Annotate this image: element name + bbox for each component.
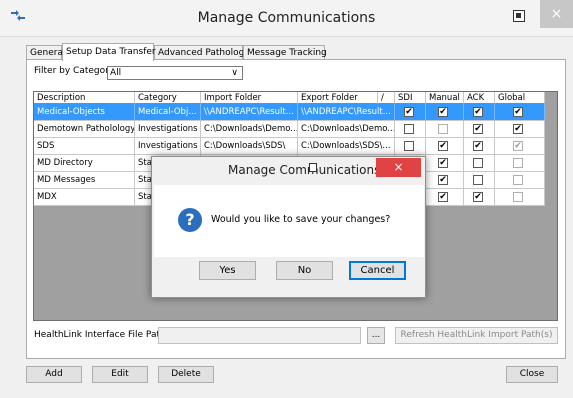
delete-button[interactable]: Delete (158, 366, 214, 383)
pin-icon[interactable] (513, 10, 525, 22)
save-changes-dialog: Manage Communications × ? Would you like… (151, 156, 426, 298)
column-header-ack[interactable]: ACK (464, 92, 495, 104)
ack-checkbox[interactable]: ✔ (473, 141, 483, 151)
manual-checkbox[interactable] (438, 124, 448, 134)
chevron-down-icon: ∨ (231, 68, 238, 78)
column-header-sort-indicator: / (378, 92, 395, 104)
ack-checkbox[interactable] (473, 175, 483, 185)
column-header-sdi[interactable]: SDI (395, 92, 426, 104)
table-row[interactable]: Demotown Patholology Investigations C:\D… (34, 121, 557, 138)
tab-advanced-pathology[interactable]: Advanced Pathology (154, 45, 250, 60)
manual-checkbox[interactable]: ✔ (438, 141, 448, 151)
tab-setup-data-transfer[interactable]: Setup Data Transfer (62, 43, 156, 61)
question-icon: ? (178, 208, 202, 232)
pin-icon[interactable] (309, 163, 317, 172)
window-title: Manage Communications (197, 10, 376, 26)
no-button[interactable]: No (276, 261, 333, 280)
healthlink-path-input[interactable] (158, 327, 361, 344)
cell-description: Medical-Objects (34, 104, 135, 121)
yes-button[interactable]: Yes (199, 261, 256, 280)
cell-category: Investigations (135, 138, 201, 155)
cell-import-folder: C:\Downloads\Demo... (201, 121, 298, 138)
column-header-import-folder[interactable]: Import Folder (201, 92, 298, 104)
manual-checkbox[interactable]: ✔ (438, 175, 448, 185)
ack-checkbox[interactable] (473, 158, 483, 168)
edit-button[interactable]: Edit (92, 366, 148, 383)
table-row[interactable]: SDS Investigations C:\Downloads\SDS\ C:\… (34, 138, 557, 155)
cell-category: Medical-Obj... (135, 104, 201, 121)
global-checkbox[interactable] (513, 192, 523, 202)
manual-checkbox[interactable]: ✔ (438, 192, 448, 202)
refresh-healthlink-button[interactable]: Refresh HealthLink Import Path(s) (395, 327, 558, 344)
filter-value: All (110, 68, 122, 78)
sdi-checkbox[interactable]: ✔ (404, 107, 414, 117)
cell-description: Demotown Patholology (34, 121, 135, 138)
cell-description: MD Directory (34, 155, 135, 172)
cell-export-folder: C:\Downloads\SDS\... (298, 138, 395, 155)
sdi-checkbox[interactable] (404, 124, 414, 134)
filter-category-select[interactable]: All ∨ (107, 66, 243, 80)
cancel-button[interactable]: Cancel (349, 261, 406, 280)
cell-import-folder: C:\Downloads\SDS\ (201, 138, 298, 155)
manual-checkbox[interactable]: ✔ (438, 107, 448, 117)
filter-label: Filter by Category (34, 66, 115, 76)
cell-description: MD Messages (34, 172, 135, 189)
column-header-description[interactable]: Description (34, 92, 135, 104)
column-header-global[interactable]: Global (495, 92, 545, 104)
cell-import-folder: \\ANDREAPC\Result... (201, 104, 298, 121)
cell-category: Investigations (135, 121, 201, 138)
cell-export-folder: \\ANDREAPC\Result... (298, 104, 395, 121)
dialog-close-button[interactable]: × (376, 158, 421, 177)
ack-checkbox[interactable]: ✔ (473, 107, 483, 117)
window-close-button[interactable]: × (540, 0, 573, 28)
tab-general[interactable]: General (26, 45, 65, 60)
manual-checkbox[interactable]: ✔ (438, 158, 448, 168)
cell-export-folder: C:\Downloads\Demo... (298, 121, 395, 138)
sdi-checkbox[interactable] (404, 141, 414, 151)
tab-message-tracking[interactable]: Message Tracking (243, 45, 327, 60)
ack-checkbox[interactable]: ✔ (473, 124, 483, 134)
dialog-message: Would you like to save your changes? (211, 214, 391, 225)
dialog-title: Manage Communications (228, 163, 381, 177)
add-button[interactable]: Add (26, 366, 82, 383)
title-bar: Manage Communications × (0, 0, 573, 37)
cell-description: SDS (34, 138, 135, 155)
ack-checkbox[interactable]: ✔ (473, 192, 483, 202)
healthlink-path-label: HealthLink Interface File Path (34, 330, 166, 340)
dialog-title-bar: Manage Communications × (152, 157, 425, 185)
global-checkbox[interactable]: ✔ (513, 141, 523, 151)
column-header-manual[interactable]: Manual (426, 92, 464, 104)
global-checkbox[interactable] (513, 158, 523, 168)
table-row[interactable]: Medical-Objects Medical-Obj... \\ANDREAP… (34, 104, 557, 121)
dialog-body: ? Would you like to save your changes? (154, 185, 424, 257)
global-checkbox[interactable]: ✔ (513, 124, 523, 134)
global-checkbox[interactable]: ✔ (513, 107, 523, 117)
cell-description: MDX (34, 189, 135, 206)
column-header-export-folder[interactable]: Export Folder (298, 92, 378, 104)
column-header-category[interactable]: Category (135, 92, 201, 104)
global-checkbox[interactable] (513, 175, 523, 185)
close-button[interactable]: Close (506, 366, 558, 383)
browse-button[interactable]: ... (367, 327, 385, 344)
